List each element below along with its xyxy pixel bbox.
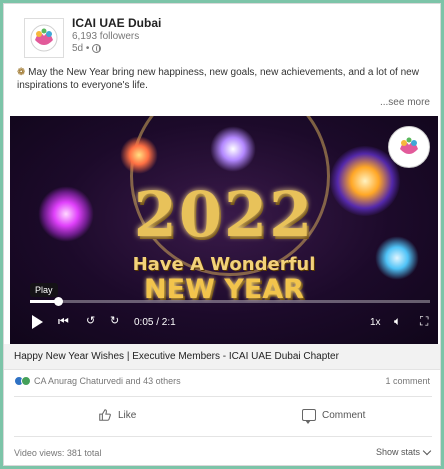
play-icon[interactable] — [32, 315, 43, 329]
replay-10-icon[interactable]: ↺ — [86, 314, 95, 328]
org-avatar[interactable] — [24, 18, 64, 58]
forward-10-icon[interactable]: ↻ — [110, 314, 119, 328]
fullscreen-icon[interactable]: ⛶ — [420, 314, 428, 328]
progress-handle[interactable] — [54, 297, 63, 306]
skip-back-icon[interactable]: ⏮ — [58, 314, 69, 328]
playback-speed-button[interactable]: 1x — [370, 316, 381, 330]
post-card: ICAI UAE Dubai 6,193 followers 5d • ❁ Ma… — [3, 3, 441, 466]
thumbs-up-icon — [99, 409, 111, 421]
post-header: ICAI UAE Dubai 6,193 followers 5d • — [4, 4, 440, 62]
play-tooltip: Play — [30, 283, 58, 297]
post-body: May the New Year bring new happiness, ne… — [17, 67, 419, 91]
like-button[interactable]: Like — [98, 399, 136, 431]
firework-burst — [210, 126, 256, 172]
sparkle-emoji: ❁ — [17, 67, 26, 78]
post-time: 5d • — [72, 43, 102, 54]
show-stats-button[interactable]: Show stats — [375, 446, 432, 457]
reaction-icons[interactable] — [14, 376, 31, 386]
reactions-row: CA Anurag Chaturvedi and 43 others 1 com… — [4, 372, 440, 392]
org-name[interactable]: ICAI UAE Dubai — [72, 16, 161, 30]
divider — [14, 396, 432, 397]
divider — [14, 436, 432, 437]
video-logo-badge — [388, 126, 430, 168]
progress-bar[interactable] — [30, 297, 430, 306]
volume-icon[interactable]: 🔈︎ — [394, 314, 401, 328]
video-controls: ⏮ ↺ ↻ 0:05 / 2:1 1x 🔈︎ ⛶ — [10, 310, 438, 338]
post-footer: Video views: 381 total Show stats — [4, 442, 440, 464]
followers-count: 6,193 followers — [72, 31, 140, 42]
video-views: Video views: 381 total — [14, 448, 102, 458]
video-player[interactable]: 2022 Have A Wonderful NEW YEAR Play ⏮ ↺ … — [10, 116, 438, 344]
video-time: 0:05 / 2:1 — [134, 317, 176, 328]
see-more-link[interactable]: ...see more — [380, 97, 430, 108]
like-label: Like — [118, 409, 137, 421]
chevron-down-icon — [422, 446, 432, 455]
video-caption[interactable]: Happy New Year Wishes | Executive Member… — [4, 344, 440, 370]
video-greeting-line1: Have A Wonderful — [132, 254, 316, 275]
action-bar: Like Comment — [4, 399, 440, 431]
firework-burst — [120, 136, 158, 174]
video-year-text: 2022 — [133, 178, 315, 251]
org-logo-icon — [30, 24, 58, 52]
post-time-text: 5d • — [72, 43, 90, 54]
globe-icon — [92, 44, 102, 53]
comment-button[interactable]: Comment — [302, 399, 365, 431]
video-caption-text[interactable]: Happy New Year Wishes | Executive Member… — [14, 351, 339, 362]
comments-count[interactable]: 1 comment — [385, 376, 430, 386]
post-text: ❁ May the New Year bring new happiness, … — [17, 66, 431, 92]
comment-label: Comment — [322, 409, 366, 421]
comment-icon — [302, 409, 316, 424]
celebrate-reaction-icon — [21, 376, 31, 386]
show-stats-label: Show stats — [375, 447, 420, 457]
org-logo-icon — [395, 133, 423, 161]
reactions-text[interactable]: CA Anurag Chaturvedi and 43 others — [34, 376, 181, 386]
